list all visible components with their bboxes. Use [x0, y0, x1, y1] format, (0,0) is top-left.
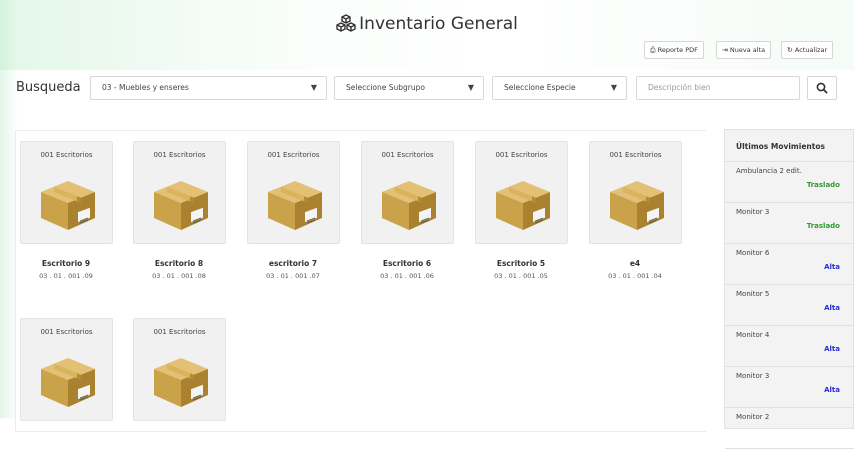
item-category: 001 Escritorios [495, 151, 548, 159]
caret-down-icon: ▼ [310, 83, 317, 92]
movement-item[interactable]: Monitor 2 [725, 408, 854, 449]
box-icon [606, 172, 668, 238]
report-pdf-button[interactable]: ⎙ Reporte PDF [644, 41, 704, 59]
movement-name: Monitor 5 [736, 290, 770, 298]
movement-type: Traslado [806, 181, 840, 189]
item-code: 03 . 01 . 001 .09 [39, 272, 93, 280]
species-select-value: Seleccione Especie [504, 83, 576, 92]
item-category: 001 Escritorios [267, 151, 320, 159]
movements-title: Últimos Movimientos [725, 130, 854, 162]
item-code: 03 . 01 . 001 .06 [380, 272, 434, 280]
item-card[interactable]: 001 Escritorios [20, 318, 113, 421]
movement-item[interactable]: Monitor 3 Traslado [725, 203, 854, 244]
report-pdf-label: Reporte PDF [657, 46, 698, 54]
item-category: 001 Escritorios [153, 151, 206, 159]
item-name[interactable]: Escritorio 6 [342, 259, 472, 268]
item-category: 001 Escritorios [40, 151, 93, 159]
item-code: 03 . 01 . 001 .05 [494, 272, 548, 280]
movement-name: Monitor 3 [736, 208, 770, 216]
item-code: 03 . 01 . 001 .04 [608, 272, 662, 280]
box-icon [264, 172, 326, 238]
movement-item[interactable]: Ambulancia 2 edit. Traslado [725, 162, 854, 203]
movement-item[interactable]: Monitor 6 Alta [725, 244, 854, 285]
refresh-icon: ↻ [787, 46, 793, 54]
movement-type: Traslado [806, 222, 840, 230]
species-select[interactable]: Seleccione Especie ▼ [492, 76, 627, 100]
subgroup-select[interactable]: Seleccione Subgrupo ▼ [334, 76, 484, 100]
box-icon [150, 172, 212, 238]
movement-name: Monitor 6 [736, 249, 770, 257]
page-title-text: Inventario General [359, 14, 518, 34]
search-button[interactable] [807, 76, 837, 100]
movement-name: Monitor 4 [736, 331, 770, 339]
item-name[interactable]: Escritorio 5 [456, 259, 586, 268]
print-icon: ⎙ [650, 46, 656, 54]
item-card[interactable]: 001 Escritorios [133, 141, 226, 244]
caret-down-icon: ▼ [610, 83, 617, 92]
item-name[interactable]: Escritorio 9 [1, 259, 131, 268]
movement-item[interactable]: Monitor 5 Alta [725, 285, 854, 326]
item-name[interactable]: escritorio 7 [228, 259, 358, 268]
item-category: 001 Escritorios [609, 151, 662, 159]
cubes-icon [336, 14, 356, 37]
item-code: 03 . 01 . 001 .07 [266, 272, 320, 280]
movement-name: Monitor 3 [736, 372, 770, 380]
item-card[interactable]: 001 Escritorios [361, 141, 454, 244]
item-card[interactable]: 001 Escritorios [247, 141, 340, 244]
refresh-label: Actualizar [794, 46, 828, 54]
description-placeholder: Descripción bien [648, 83, 711, 92]
movement-type: Alta [824, 263, 840, 271]
movement-item[interactable]: Monitor 4 Alta [725, 326, 854, 367]
new-entry-button[interactable]: ⇥ Nueva alta [716, 41, 772, 59]
box-icon [37, 172, 99, 238]
movement-name: Monitor 2 [736, 413, 770, 421]
subgroup-select-value: Seleccione Subgrupo [346, 83, 425, 92]
item-card[interactable]: 001 Escritorios [475, 141, 568, 244]
movement-type: Alta [824, 386, 840, 394]
movements-panel: Últimos Movimientos Ambulancia 2 edit. Tr… [724, 129, 854, 449]
page-title: Inventario General [0, 14, 854, 37]
item-name[interactable]: e4 [570, 259, 700, 268]
box-icon [378, 172, 440, 238]
item-category: 001 Escritorios [40, 328, 93, 336]
new-entry-label: Nueva alta [729, 46, 766, 54]
item-card[interactable]: 001 Escritorios [589, 141, 682, 244]
search-icon [816, 82, 828, 94]
movement-type: Alta [824, 304, 840, 312]
box-icon [37, 349, 99, 415]
movement-type: Alta [824, 345, 840, 353]
box-icon [150, 349, 212, 415]
box-icon [492, 172, 554, 238]
item-category: 001 Escritorios [153, 328, 206, 336]
item-card[interactable]: 001 Escritorios [133, 318, 226, 421]
movement-item[interactable]: Monitor 3 Alta [725, 367, 854, 408]
caret-down-icon: ▼ [467, 83, 474, 92]
item-name[interactable]: Escritorio 8 [114, 259, 244, 268]
search-label: Busqueda [16, 80, 81, 95]
movement-name: Ambulancia 2 edit. [736, 167, 802, 175]
item-card[interactable]: 001 Escritorios [20, 141, 113, 244]
item-category: 001 Escritorios [381, 151, 434, 159]
item-code: 03 . 01 . 001 .08 [152, 272, 206, 280]
group-select-value: 03 - Muebles y enseres [102, 83, 189, 92]
description-input[interactable]: Descripción bien [636, 76, 800, 100]
sign-in-icon: ⇥ [722, 46, 728, 54]
group-select[interactable]: 03 - Muebles y enseres ▼ [90, 76, 327, 100]
refresh-button[interactable]: ↻ Actualizar [781, 41, 834, 59]
